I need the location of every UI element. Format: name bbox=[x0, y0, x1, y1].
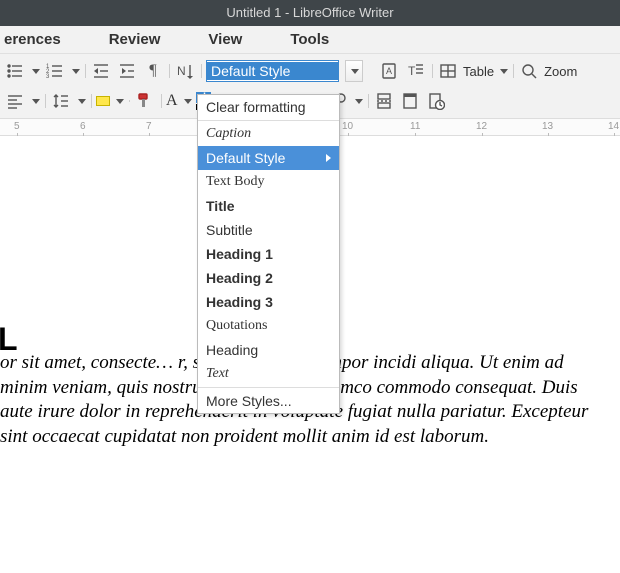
decrease-indent-icon[interactable] bbox=[90, 60, 112, 82]
style-caption[interactable]: Caption bbox=[198, 122, 339, 146]
pilcrow-icon[interactable]: ¶ bbox=[142, 60, 164, 82]
style-heading-1[interactable]: Heading 1 bbox=[198, 242, 339, 266]
header-footer-icon[interactable] bbox=[399, 90, 421, 112]
style-clear-formatting[interactable]: Clear formatting bbox=[198, 95, 339, 119]
ruler-tick: 5 bbox=[14, 121, 20, 132]
style-default[interactable]: Default Style bbox=[198, 146, 339, 170]
font-color-icon[interactable]: A bbox=[166, 92, 178, 110]
menu-tools[interactable]: Tools bbox=[290, 31, 329, 48]
zoom-label[interactable]: Zoom bbox=[544, 64, 577, 79]
style-heading-3[interactable]: Heading 3 bbox=[198, 290, 339, 314]
align-left-icon[interactable] bbox=[4, 90, 26, 112]
paragraph-style-dropdown-button[interactable] bbox=[345, 60, 363, 82]
style-quotations[interactable]: Quotations bbox=[198, 314, 339, 338]
menu-review[interactable]: Review bbox=[109, 31, 161, 48]
number-list-icon[interactable]: 123 bbox=[44, 60, 66, 82]
style-more-styles[interactable]: More Styles... bbox=[198, 389, 339, 413]
dropdown-caret[interactable] bbox=[116, 99, 124, 104]
dropdown-caret[interactable] bbox=[72, 69, 80, 74]
style-heading[interactable]: Heading bbox=[198, 338, 339, 362]
style-subtitle[interactable]: Subtitle bbox=[198, 218, 339, 242]
submenu-arrow-icon bbox=[326, 154, 331, 162]
style-title[interactable]: Title bbox=[198, 194, 339, 218]
dropdown-caret[interactable] bbox=[78, 99, 86, 104]
clone-formatting-icon[interactable] bbox=[134, 90, 156, 112]
update-style-icon[interactable]: T bbox=[405, 60, 427, 82]
ruler-tick: 7 bbox=[146, 121, 152, 132]
menu-view[interactable]: View bbox=[208, 31, 242, 48]
svg-text:T: T bbox=[408, 64, 416, 78]
dropdown-caret[interactable] bbox=[184, 99, 192, 104]
ruler-tick: 12 bbox=[476, 121, 487, 132]
dropdown-caret[interactable] bbox=[500, 69, 508, 74]
ruler-tick: 13 bbox=[542, 121, 553, 132]
svg-text:N: N bbox=[177, 64, 186, 78]
table-icon[interactable] bbox=[437, 60, 459, 82]
paragraph-style-field[interactable] bbox=[207, 62, 338, 80]
dropdown-caret[interactable] bbox=[32, 99, 40, 104]
text-direction-icon[interactable]: N bbox=[174, 60, 196, 82]
divider bbox=[198, 387, 339, 388]
page-break-icon[interactable] bbox=[373, 90, 395, 112]
window-title-bar: Untitled 1 - LibreOffice Writer bbox=[0, 0, 620, 26]
toolbar-row-1: 123 ¶ N A T Table Zoom bbox=[0, 56, 620, 86]
table-label[interactable]: Table bbox=[463, 64, 494, 79]
ruler-tick: 10 bbox=[342, 121, 353, 132]
new-style-icon[interactable]: A bbox=[379, 60, 401, 82]
highlight-color-icon[interactable] bbox=[96, 96, 110, 106]
increase-indent-icon[interactable] bbox=[116, 60, 138, 82]
ruler-tick: 11 bbox=[410, 121, 420, 132]
dropdown-caret[interactable] bbox=[355, 99, 363, 104]
paragraph-style-combo[interactable] bbox=[206, 60, 339, 82]
svg-text:3: 3 bbox=[46, 74, 50, 80]
ruler-tick: 6 bbox=[80, 121, 86, 132]
bullet-list-icon[interactable] bbox=[4, 60, 26, 82]
paragraph-style-dropdown[interactable]: Clear formatting Caption Default Style T… bbox=[197, 94, 340, 414]
line-spacing-icon[interactable] bbox=[50, 90, 72, 112]
dropdown-caret[interactable] bbox=[32, 69, 40, 74]
menu-bar: erences Review View Tools bbox=[0, 26, 620, 54]
style-text[interactable]: Text bbox=[198, 362, 339, 386]
recent-doc-icon[interactable] bbox=[425, 90, 447, 112]
ruler-tick: 14 bbox=[608, 121, 619, 132]
style-heading-2[interactable]: Heading 2 bbox=[198, 266, 339, 290]
zoom-icon[interactable] bbox=[518, 60, 540, 82]
style-text-body[interactable]: Text Body bbox=[198, 170, 339, 194]
divider bbox=[198, 120, 339, 121]
svg-text:A: A bbox=[386, 66, 392, 76]
heading-fragment: L bbox=[0, 321, 18, 358]
menu-preferences[interactable]: erences bbox=[4, 31, 61, 48]
window-title: Untitled 1 - LibreOffice Writer bbox=[226, 5, 393, 20]
